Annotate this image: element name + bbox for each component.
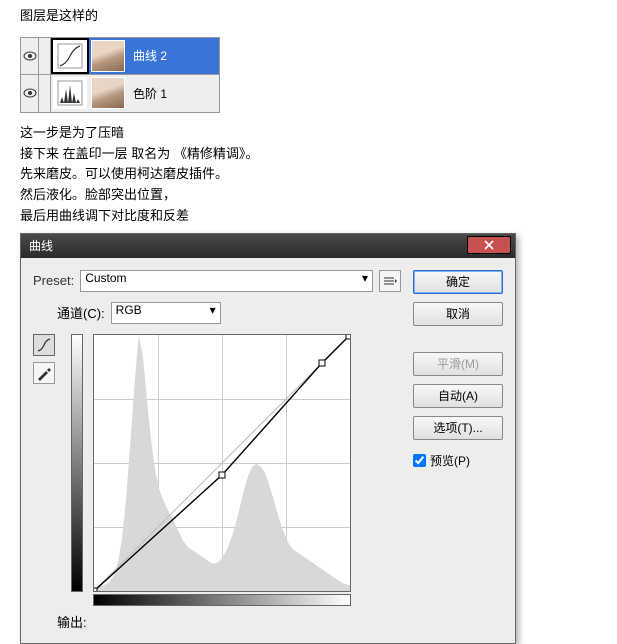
ok-button[interactable]: 确定 <box>413 270 503 294</box>
dialog-titlebar[interactable]: 曲线 <box>21 234 515 258</box>
preset-label: Preset: <box>33 273 74 288</box>
channel-value: RGB <box>116 303 142 317</box>
layer-mask-thumb[interactable] <box>91 40 125 72</box>
output-gradient <box>71 334 83 592</box>
preset-value: Custom <box>85 271 126 285</box>
article-body: 这一步是为了压暗 接下来 在盖印一层 取名为 《精修精调》。 先来磨皮。可以使用… <box>0 117 617 233</box>
curve-point[interactable] <box>93 587 98 592</box>
chevron-down-icon: ▾ <box>210 303 216 317</box>
chevron-down-icon: ▾ <box>362 271 368 285</box>
input-gradient <box>93 594 351 606</box>
article-line-6: 最后用曲线调下对比度和反差 <box>20 206 597 227</box>
preset-select[interactable]: Custom ▾ <box>80 270 373 292</box>
layer-name[interactable]: 曲线 2 <box>127 47 219 64</box>
curves-dialog: 曲线 Preset: Custom ▾ 通道(C): RGB ▾ <box>20 233 516 644</box>
preview-label: 预览(P) <box>430 452 470 469</box>
article-line-5: 然后液化。脸部突出位置， <box>20 185 597 206</box>
layer-link-spacer <box>39 38 51 74</box>
curve-tool-button[interactable] <box>33 334 55 356</box>
curve-line <box>94 335 350 591</box>
smooth-button: 平滑(M) <box>413 352 503 376</box>
article-line-3: 接下来 在盖印一层 取名为 《精修精调》。 <box>20 144 597 165</box>
layer-link-spacer <box>39 75 51 112</box>
options-button[interactable]: 选项(T)... <box>413 416 503 440</box>
layers-panel: 曲线 2 色阶 1 <box>20 37 220 113</box>
article-line-1: 图层是这样的 <box>0 0 617 33</box>
curve-graph[interactable] <box>93 334 351 592</box>
visibility-toggle[interactable] <box>21 75 39 112</box>
output-label: 输出: <box>57 612 87 631</box>
preset-menu-button[interactable] <box>379 270 401 292</box>
curve-point[interactable] <box>346 334 352 340</box>
close-button[interactable] <box>467 236 511 254</box>
layer-row-curves2[interactable]: 曲线 2 <box>20 37 220 75</box>
channel-label: 通道(C): <box>57 303 105 322</box>
layer-name[interactable]: 色阶 1 <box>127 85 219 102</box>
article-line-4: 先来磨皮。可以使用柯达磨皮插件。 <box>20 164 597 185</box>
layer-mask-thumb[interactable] <box>91 77 125 109</box>
layer-adjustment-thumb[interactable] <box>53 77 87 109</box>
article-line-2: 这一步是为了压暗 <box>20 123 597 144</box>
curve-point[interactable] <box>219 471 226 478</box>
auto-button[interactable]: 自动(A) <box>413 384 503 408</box>
cancel-button[interactable]: 取消 <box>413 302 503 326</box>
preview-checkbox[interactable] <box>413 454 426 467</box>
visibility-toggle[interactable] <box>21 38 39 74</box>
channel-select[interactable]: RGB ▾ <box>111 302 221 324</box>
layer-adjustment-thumb[interactable] <box>53 40 87 72</box>
layer-row-levels1[interactable]: 色阶 1 <box>20 75 220 113</box>
pencil-tool-button[interactable] <box>33 362 55 384</box>
curve-point[interactable] <box>319 359 326 366</box>
dialog-title: 曲线 <box>29 237 53 254</box>
